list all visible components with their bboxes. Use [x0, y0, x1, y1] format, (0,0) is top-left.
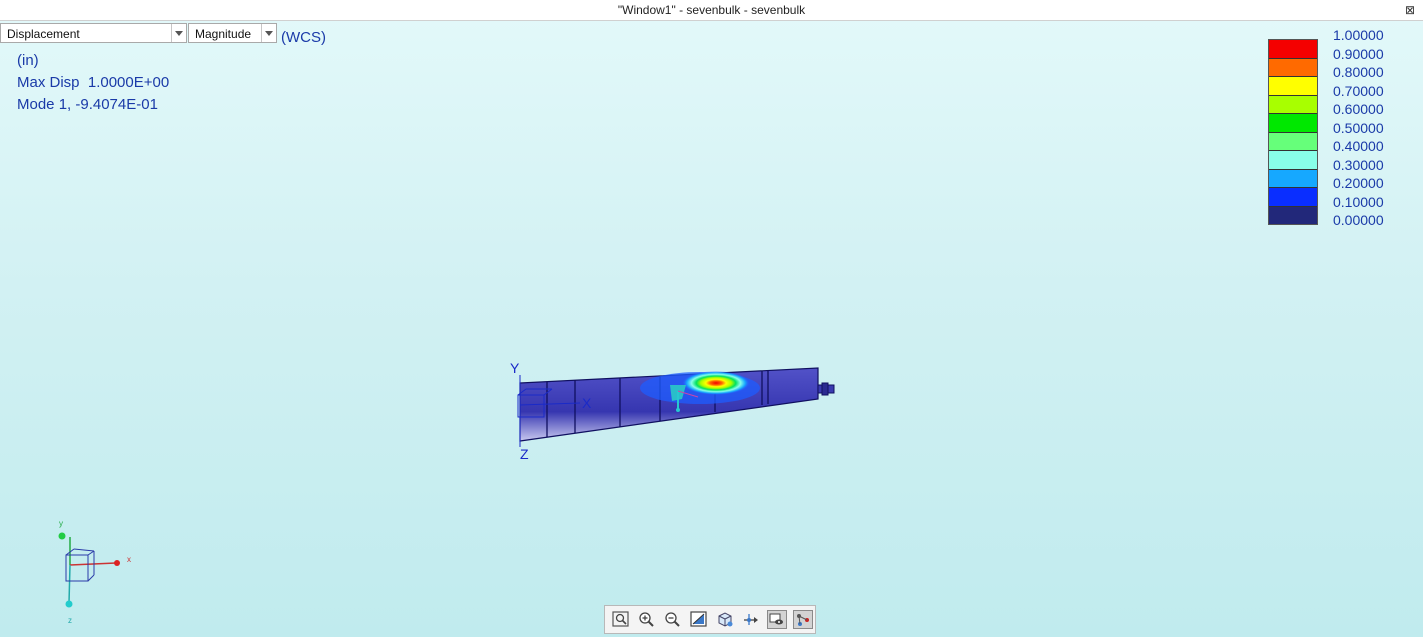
mode-label: Mode 1, -9.4074E-01 — [17, 96, 158, 113]
display-style-icon[interactable] — [767, 610, 787, 629]
component-dropdown[interactable]: Magnitude — [188, 23, 277, 43]
chevron-down-icon[interactable] — [261, 24, 276, 42]
legend-label: 1.00000 — [1333, 27, 1384, 43]
legend-label: 0.20000 — [1333, 175, 1384, 191]
legend-swatch — [1269, 188, 1317, 207]
legend-swatch — [1269, 95, 1317, 114]
color-legend — [1268, 39, 1318, 225]
legend-swatch — [1269, 132, 1317, 151]
result-type-value: Displacement — [7, 27, 80, 41]
component-value: Magnitude — [195, 27, 252, 41]
legend-swatch — [1269, 151, 1317, 170]
model-view[interactable]: Y X Z — [500, 355, 845, 467]
legend-swatch — [1269, 169, 1317, 188]
units-label: (in) — [17, 52, 39, 69]
chevron-down-icon[interactable] — [171, 24, 186, 42]
legend-label: 0.60000 — [1333, 101, 1384, 117]
model-x-axis-label: X — [582, 395, 592, 411]
coordinate-system-label: (WCS) — [281, 29, 326, 46]
zoom-out-icon[interactable] — [663, 610, 683, 629]
legend-label: 0.90000 — [1333, 45, 1384, 62]
refit-icon[interactable] — [611, 610, 631, 629]
legend-swatch — [1269, 58, 1317, 77]
triad-x-handle — [114, 560, 120, 566]
zoom-in-icon[interactable] — [637, 610, 657, 629]
legend-label: 0.80000 — [1333, 64, 1384, 80]
legend-swatch — [1269, 206, 1317, 224]
triad-z-label: z — [68, 616, 72, 625]
model-y-axis-label: Y — [510, 360, 520, 376]
triad-y-handle — [58, 532, 66, 540]
spin-center-icon[interactable] — [741, 610, 761, 629]
orient-icon[interactable] — [793, 610, 813, 629]
legend-label: 0.40000 — [1333, 138, 1384, 154]
legend-label: 0.30000 — [1333, 156, 1384, 173]
window-title: "Window1" - sevenbulk - sevenbulk — [617, 3, 806, 17]
legend-label: 0.50000 — [1333, 119, 1384, 136]
triad-x-label: x — [127, 555, 131, 564]
triad-z-handle — [65, 600, 73, 608]
triad-y-label: y — [59, 519, 63, 528]
saved-views-icon[interactable] — [715, 610, 735, 629]
window-titlebar: "Window1" - sevenbulk - sevenbulk ⊠ — [0, 0, 1423, 21]
close-icon[interactable]: ⊠ — [1405, 0, 1415, 20]
legend-swatch — [1269, 77, 1317, 96]
repaint-icon[interactable] — [689, 610, 709, 629]
beam-model — [517, 367, 835, 447]
legend-label: 0.70000 — [1333, 82, 1384, 99]
result-type-dropdown[interactable]: Displacement — [0, 23, 187, 43]
max-disp-label: Max Disp 1.0000E+00 — [17, 74, 170, 91]
legend-swatch — [1269, 40, 1317, 59]
legend-label: 0.00000 — [1333, 212, 1384, 228]
model-z-axis-label: Z — [520, 446, 529, 462]
legend-swatch — [1269, 114, 1317, 133]
legend-label: 0.10000 — [1333, 193, 1384, 210]
orientation-triad: y x z — [58, 519, 131, 625]
view-toolbar — [604, 605, 816, 634]
